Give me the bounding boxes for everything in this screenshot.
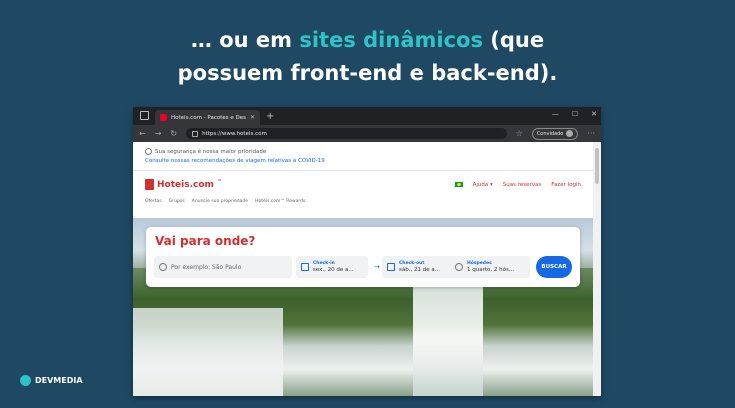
covid-link[interactable]: Consulte nossas recomendações de viagem …	[145, 158, 593, 164]
site-header: Hoteis.com ™ Ajuda ▾ Suas reservas Fazer …	[133, 171, 593, 190]
sub-nav-anuncie[interactable]: Anuncie sua propriedade	[192, 199, 248, 204]
search-icon	[159, 263, 167, 271]
headline-prefix: … ou em	[190, 28, 300, 52]
guests-label: Hóspedes	[467, 261, 492, 266]
window-menu-icon[interactable]	[140, 111, 149, 120]
checkin-value: sex., 20 de a...	[313, 267, 354, 273]
browser-window: Hoteis.com - Pacotes e Descontos ✕ + — ☐…	[133, 107, 601, 396]
guests-text: Hóspedes 1 quarto, 2 hós...	[467, 261, 514, 273]
logo-text: DEVMEDIA	[35, 376, 83, 385]
devmedia-mark-icon	[20, 375, 31, 386]
headline-line1: … ou em sites dinâmicos (que	[0, 24, 735, 57]
scrollbar-thumb[interactable]	[595, 148, 599, 184]
hero-waterfall-right	[413, 278, 483, 396]
refresh-icon[interactable]: ↻	[170, 129, 177, 138]
maximize-button[interactable]: ☐	[572, 110, 578, 118]
page-scrollbar[interactable]	[593, 142, 601, 396]
slide-headline: … ou em sites dinâmicos (que possuem fro…	[0, 24, 735, 90]
sub-nav-grupos[interactable]: Grupos	[169, 199, 185, 204]
destination-placeholder: Por exemplo: São Paulo	[171, 263, 242, 271]
arrow-right-icon: →	[374, 263, 380, 271]
calendar-icon	[301, 263, 309, 271]
destination-input[interactable]: Por exemplo: São Paulo	[154, 256, 292, 278]
sub-nav-rewards[interactable]: Hotéis.com™ Rewards	[255, 199, 305, 204]
checkin-text: Check-in sex., 20 de a...	[313, 261, 354, 273]
favorite-star-icon[interactable]: ☆	[516, 129, 523, 138]
checkin-field[interactable]: Check-in sex., 20 de a...	[296, 256, 368, 278]
search-card: Vai para onde? Por exemplo: São Paulo Ch…	[146, 227, 580, 287]
checkin-label: Check-in	[313, 261, 335, 266]
minimize-button[interactable]: —	[552, 110, 559, 118]
checkout-text: Check-out sáb., 21 de a...	[399, 261, 440, 273]
covid-notice: Sua segurança é nossa maior prioridade C…	[133, 142, 593, 164]
search-button[interactable]: BUSCAR	[536, 256, 572, 278]
info-icon	[145, 148, 152, 155]
new-tab-button[interactable]: +	[266, 111, 274, 122]
avatar	[566, 130, 574, 137]
headline-line2: possuem front-end e back-end).	[177, 61, 558, 85]
login-link[interactable]: Fazer login	[551, 182, 581, 188]
search-question: Vai para onde?	[155, 234, 256, 248]
checkout-value: sáb., 21 de a...	[399, 267, 440, 273]
url-field[interactable]: https://www.hoteis.com	[186, 128, 507, 139]
header-links: Ajuda ▾ Suas reservas Fazer login	[454, 182, 581, 188]
hoteis-favicon-icon	[160, 114, 167, 121]
guests-field[interactable]: Hóspedes 1 quarto, 2 hós...	[450, 256, 530, 278]
brand-trademark: ™	[216, 179, 222, 185]
hoteis-logo[interactable]: Hoteis.com ™	[145, 179, 222, 190]
devmedia-logo: DEVMEDIA	[20, 375, 83, 386]
profile-label: Convidado	[536, 130, 564, 137]
close-window-button[interactable]: ✕	[591, 110, 597, 118]
tab-bar: Hoteis.com - Pacotes e Descontos ✕ + — ☐…	[133, 107, 601, 125]
sub-nav: Ofertas Grupos Anuncie sua propriedade H…	[133, 190, 593, 204]
notice-heading: Sua segurança é nossa maior prioridade	[145, 148, 593, 155]
hotel-h-icon	[145, 179, 154, 190]
hero-waterfall-left	[133, 308, 283, 396]
tab-close-icon[interactable]: ✕	[250, 114, 255, 121]
person-icon	[455, 263, 463, 271]
checkout-field[interactable]: Check-out sáb., 21 de a...	[382, 256, 454, 278]
notice-line1: Sua segurança é nossa maior prioridade	[155, 148, 267, 155]
back-arrow-icon[interactable]: ←	[139, 129, 146, 138]
lock-icon	[192, 130, 199, 137]
forward-arrow-icon[interactable]: →	[155, 129, 162, 138]
url-text: https://www.hoteis.com	[202, 130, 267, 137]
reservations-link[interactable]: Suas reservas	[503, 182, 542, 188]
help-link[interactable]: Ajuda ▾	[473, 182, 493, 188]
browser-menu-icon[interactable]: ···	[587, 129, 595, 138]
brazil-flag-icon[interactable]	[454, 182, 463, 187]
sub-nav-ofertas[interactable]: Ofertas	[145, 199, 162, 204]
tab-title: Hoteis.com - Pacotes e Descontos	[171, 114, 246, 121]
headline-suffix: (que	[482, 28, 545, 52]
address-bar-row: ← → ↻ https://www.hoteis.com ☆ Convidado…	[133, 125, 601, 142]
headline-accent: sites dinâmicos	[299, 28, 483, 52]
guests-value: 1 quarto, 2 hós...	[467, 267, 515, 273]
tab-hoteis[interactable]: Hoteis.com - Pacotes e Descontos ✕	[155, 110, 260, 125]
checkout-label: Check-out	[399, 261, 425, 266]
web-page: Sua segurança é nossa maior prioridade C…	[133, 142, 593, 396]
calendar-icon	[387, 263, 395, 271]
profile-button[interactable]: Convidado	[531, 127, 579, 140]
window-controls: — ☐ ✕	[552, 110, 597, 118]
brand-name: Hoteis.com	[157, 179, 214, 190]
